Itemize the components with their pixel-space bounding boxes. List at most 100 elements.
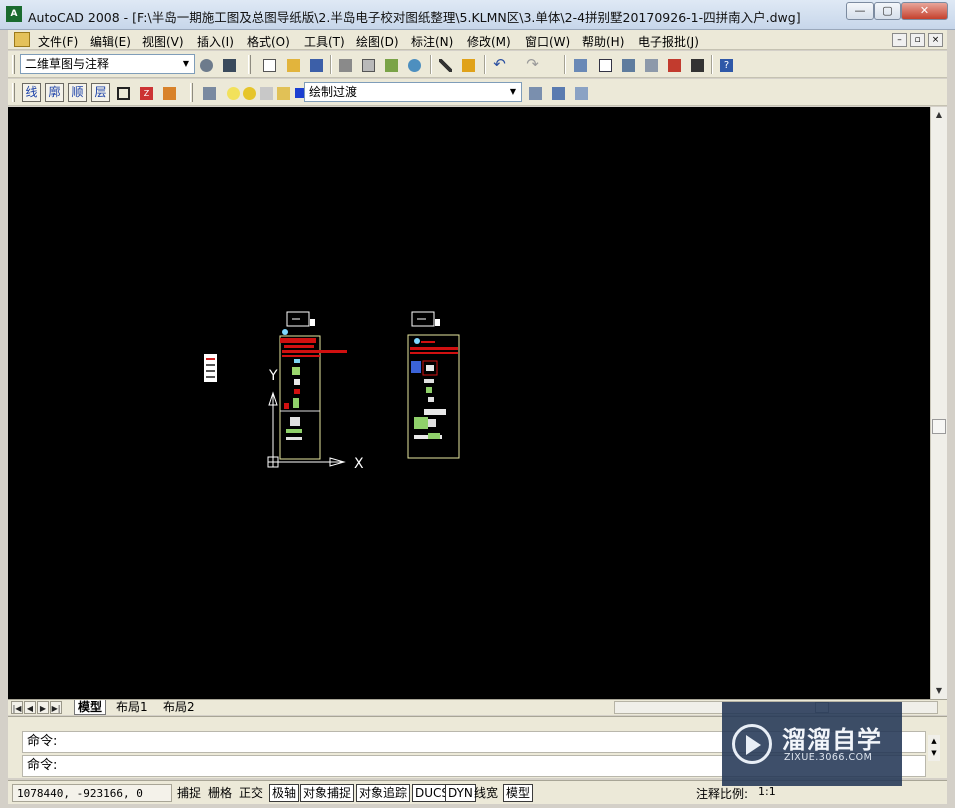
undo-icon[interactable]: ↶ <box>490 55 509 74</box>
tab-model[interactable]: 模型 <box>74 700 107 715</box>
sheet-right <box>407 311 460 459</box>
open-file-icon[interactable] <box>284 55 303 74</box>
line-tool-button[interactable]: 线 <box>22 83 41 102</box>
snap-toggle[interactable]: 捕捉 <box>174 784 204 802</box>
menu-insert[interactable]: 插入(I) <box>197 33 234 50</box>
vertical-scroll-thumb[interactable] <box>932 419 946 434</box>
model-toggle[interactable]: 模型 <box>503 784 534 802</box>
workspace-icon[interactable] <box>220 55 239 74</box>
make-current-icon[interactable] <box>526 83 545 102</box>
tab-last-icon[interactable]: ▶| <box>50 701 62 714</box>
layer-manager-icon[interactable] <box>200 83 219 102</box>
separator <box>564 55 566 74</box>
command-scroll-icon[interactable]: ▲ ▼ <box>928 735 940 761</box>
ortho-toggle[interactable]: 正交 <box>236 784 266 802</box>
vertical-scrollbar[interactable]: ▲ ▼ <box>930 107 947 699</box>
tab-first-icon[interactable]: |◀ <box>11 701 23 714</box>
layer-select[interactable]: 绘制过渡 ▼ <box>304 82 522 102</box>
lineweight-toggle[interactable]: 线宽 <box>471 784 501 802</box>
scroll-down-icon[interactable]: ▼ <box>931 683 947 699</box>
tool-palettes-icon[interactable] <box>642 55 661 74</box>
menu-bar: 文件(F) 编辑(E) 视图(V) 插入(I) 格式(O) 工具(T) 绘图(D… <box>8 30 947 50</box>
design-center-icon[interactable] <box>619 55 638 74</box>
order-tool-button[interactable]: 顺 <box>68 83 87 102</box>
markup-icon[interactable] <box>665 55 684 74</box>
ucs-x-label: X <box>354 456 364 472</box>
help-icon[interactable]: ? <box>717 55 736 74</box>
play-logo-icon <box>732 724 772 764</box>
menu-dimension[interactable]: 标注(N) <box>411 33 453 50</box>
toolbar-grip[interactable] <box>12 55 15 74</box>
sheet-left <box>279 311 347 460</box>
publish-icon[interactable] <box>382 55 401 74</box>
match-properties-icon[interactable] <box>459 55 478 74</box>
menu-format[interactable]: 格式(O) <box>247 33 290 50</box>
watermark-subtitle: ZIXUE.3066.COM <box>784 752 873 763</box>
polar-toggle[interactable]: 极轴 <box>269 784 300 802</box>
menu-file[interactable]: 文件(F) <box>38 33 78 50</box>
explode-icon[interactable] <box>160 83 179 102</box>
layer-states-icon[interactable] <box>572 83 591 102</box>
doc-close-button[interactable]: × <box>928 33 943 47</box>
text-tool-icon[interactable]: Z <box>137 83 156 102</box>
print-preview-icon[interactable] <box>359 55 378 74</box>
save-icon[interactable] <box>307 55 326 74</box>
separator <box>484 55 486 74</box>
toolbar-grip[interactable] <box>248 55 251 74</box>
new-file-icon[interactable] <box>260 55 279 74</box>
drawing-canvas[interactable]: X Y <box>8 107 930 699</box>
chevron-down-icon: ▼ <box>509 87 517 96</box>
properties-icon[interactable] <box>596 55 615 74</box>
calculator-icon[interactable] <box>688 55 707 74</box>
coordinate-display[interactable]: 1078440, -923166, 0 <box>12 784 172 802</box>
menu-edit[interactable]: 编辑(E) <box>90 33 131 50</box>
tab-next-icon[interactable]: ▶ <box>37 701 49 714</box>
scroll-up-icon[interactable]: ▲ <box>931 107 947 123</box>
minimize-button[interactable]: — <box>846 2 874 20</box>
menu-view[interactable]: 视图(V) <box>142 33 184 50</box>
pan-icon[interactable] <box>571 55 590 74</box>
watermark-title: 溜溜自学 <box>782 726 882 754</box>
annotation-scale-label: 注释比例: <box>696 787 749 801</box>
doc-minimize-button[interactable]: – <box>892 33 907 47</box>
autocad-logo-icon[interactable]: A <box>6 6 22 22</box>
tab-layout2[interactable]: 布局2 <box>160 700 198 715</box>
outline-tool-button[interactable]: 廓 <box>45 83 64 102</box>
maximize-button[interactable]: ▢ <box>874 2 901 20</box>
layers-toolbar: 线 廓 顺 层 Z 绘制过渡 ▼ <box>8 79 947 106</box>
menu-modify[interactable]: 修改(M) <box>467 33 511 50</box>
model-space-drawing: X Y <box>204 311 460 472</box>
grid-toggle[interactable]: 栅格 <box>205 784 235 802</box>
cut-icon[interactable] <box>436 55 455 74</box>
ucs-icon: X Y <box>267 368 364 472</box>
annotation-scale-value[interactable]: 1:1 <box>758 785 776 798</box>
osnap-toggle[interactable]: 对象捕捉 <box>300 784 355 802</box>
workspace-settings-icon[interactable] <box>197 55 216 74</box>
document-icon[interactable] <box>14 32 30 47</box>
tab-prev-icon[interactable]: ◀ <box>24 701 36 714</box>
title-block-fragment <box>204 354 217 382</box>
workspace-value: 二维草图与注释 <box>25 57 110 71</box>
menu-tools[interactable]: 工具(T) <box>304 33 345 50</box>
otrack-toggle[interactable]: 对象追踪 <box>356 784 411 802</box>
menu-draw[interactable]: 绘图(D) <box>356 33 399 50</box>
copy-objects-icon[interactable] <box>114 83 133 102</box>
chevron-down-icon: ▼ <box>182 59 190 68</box>
print-icon[interactable] <box>336 55 355 74</box>
menu-help[interactable]: 帮助(H) <box>582 33 624 50</box>
tab-layout1[interactable]: 布局1 <box>113 700 151 715</box>
close-button[interactable]: ✕ <box>901 2 948 20</box>
plot-3d-icon[interactable] <box>405 55 424 74</box>
toolbar-grip[interactable] <box>190 83 193 102</box>
layer-previous-icon[interactable] <box>549 83 568 102</box>
menu-window[interactable]: 窗口(W) <box>525 33 570 50</box>
redo-icon[interactable]: ↷ <box>523 55 542 74</box>
menu-e-approval[interactable]: 电子报批(J) <box>638 33 699 50</box>
title-bar: A AutoCAD 2008 - [F:\半岛一期施工图及总图导纸版\2.半岛电… <box>0 0 955 30</box>
layer-tool-button[interactable]: 层 <box>91 83 110 102</box>
workspace-select[interactable]: 二维草图与注释 ▼ <box>20 54 195 74</box>
layer-value: 绘制过渡 <box>309 85 358 99</box>
ucs-y-label: Y <box>268 368 278 384</box>
doc-restore-button[interactable]: ▫ <box>910 33 925 47</box>
toolbar-grip[interactable] <box>12 83 15 102</box>
